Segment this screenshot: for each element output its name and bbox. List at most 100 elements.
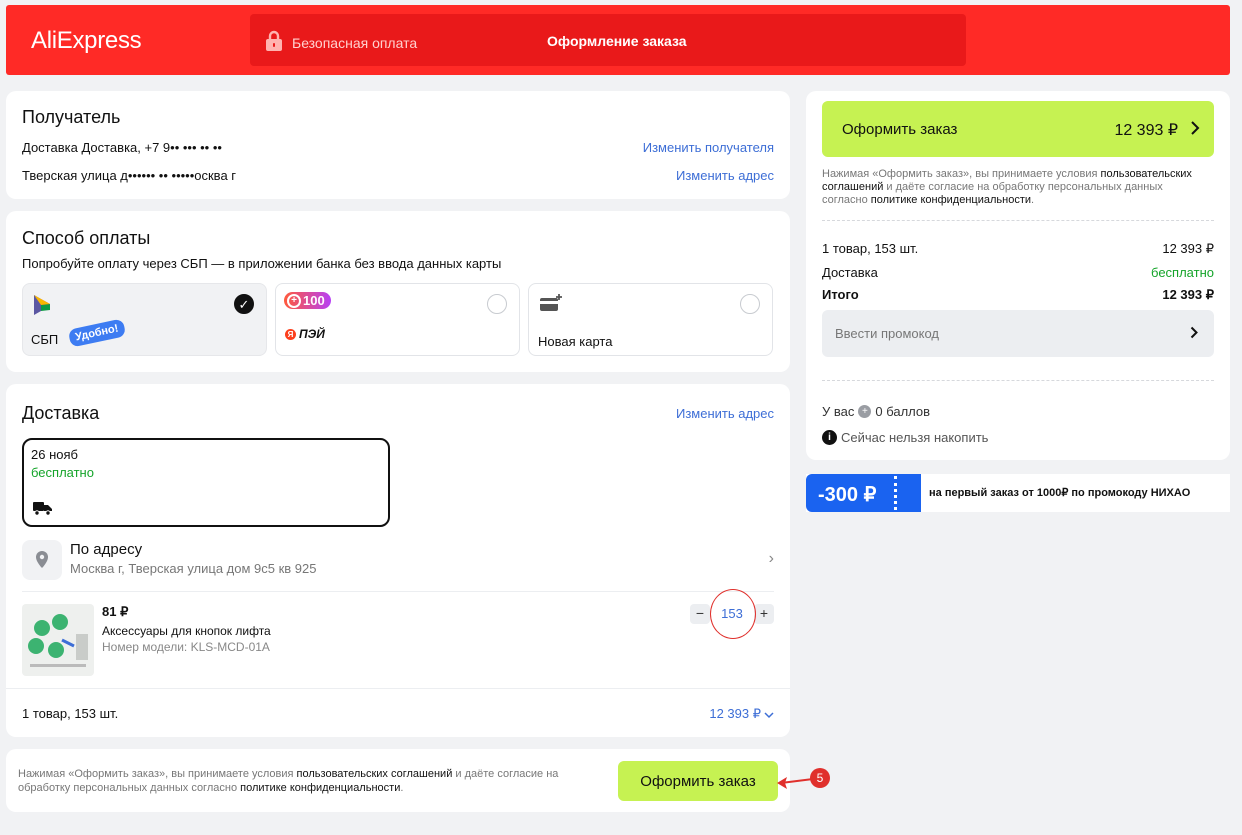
- promo-amount: -300 ₽: [818, 484, 877, 506]
- address-title: По адресу: [70, 541, 143, 558]
- lock-icon: [264, 30, 284, 55]
- chevron-right-icon: [1190, 326, 1198, 344]
- delivery-value: бесплатно: [1151, 265, 1214, 280]
- perforation: [894, 476, 897, 510]
- promo-code-placeholder: Ввести промокод: [835, 326, 940, 341]
- promo-banner[interactable]: -300 ₽ на первый заказ от 1000₽ по промо…: [806, 474, 1230, 512]
- item-name[interactable]: Аксессуары для кнопок лифта: [102, 624, 271, 638]
- annotation-arrow: [775, 770, 815, 799]
- delivery-summary-count: 1 товар, 153 шт.: [22, 706, 119, 721]
- recipient-address: Тверская улица д•••••• •• •••••осква г: [22, 168, 237, 183]
- points-coin-icon: +: [858, 405, 872, 418]
- total-value: 12 393 ₽: [1162, 287, 1214, 302]
- sidebar-privacy-policy-link[interactable]: политике конфиденциальности: [871, 194, 1031, 206]
- promo-code-field[interactable]: Ввести промокод: [822, 310, 1214, 357]
- order-summary-card: Оформить заказ 12 393 ₽ Нажимая «Оформит…: [806, 91, 1230, 460]
- plus-100-badge: + 100: [284, 292, 331, 309]
- info-icon[interactable]: i: [822, 430, 837, 445]
- header: AliExpress Безопасная оплата Оформление …: [6, 5, 1230, 75]
- points-note-row: i Сейчас нельзя накопить: [822, 430, 988, 445]
- recipient-contact: Доставка Доставка, +7 9•• ••• •• ••: [22, 140, 222, 155]
- payment-heading: Способ оплаты: [22, 228, 151, 248]
- quantity-highlight-circle: [710, 589, 756, 639]
- bottom-terms-suffix: .: [400, 782, 404, 794]
- new-card-radio[interactable]: [740, 294, 760, 314]
- items-label: 1 товар, 153 шт.: [822, 241, 919, 256]
- bottom-order-bar: Нажимая «Оформить заказ», вы принимаете …: [6, 749, 790, 812]
- sidebar-terms-prefix: Нажимая «Оформить заказ», вы принимаете …: [822, 168, 1101, 180]
- address-line: Москва г, Тверская улица дом 9с5 кв 925: [70, 561, 317, 576]
- secure-payment-label: Безопасная оплата: [292, 34, 418, 51]
- payment-option-new-card[interactable]: Новая карта: [528, 283, 773, 356]
- delivery-option[interactable]: 26 нояб бесплатно: [22, 438, 390, 527]
- place-order-button-bottom[interactable]: Оформить заказ: [618, 761, 778, 801]
- delivery-summary-total-value: 12 393 ₽: [709, 706, 761, 721]
- change-recipient-link[interactable]: Изменить получателя: [643, 140, 774, 155]
- page-title: Оформление заказа: [547, 33, 687, 49]
- chevron-right-icon: [1190, 120, 1200, 141]
- payment-option-yandex-pay[interactable]: + 100 Я ПЭЙ: [275, 283, 520, 356]
- promo-text: на первый заказ от 1000₽ по промокоду НИ…: [929, 487, 1191, 499]
- divider: [22, 591, 774, 592]
- delivery-date: 26 нояб: [31, 447, 78, 462]
- secure-payment: Безопасная оплата: [264, 30, 417, 55]
- points-row: У вас + 0 баллов: [822, 404, 930, 419]
- chevron-down-icon: [764, 707, 774, 722]
- recipient-card: Получатель Доставка Доставка, +7 9•• •••…: [6, 91, 790, 199]
- place-order-button-top[interactable]: Оформить заказ 12 393 ₽: [822, 101, 1214, 157]
- cart-item: 81 ₽ Аксессуары для кнопок лифта Номер м…: [22, 589, 774, 679]
- total-label: Итого: [822, 287, 859, 302]
- sbp-radio[interactable]: ✓: [234, 294, 254, 314]
- plus-100-value: 100: [303, 293, 325, 308]
- yandex-logo-icon: Я: [285, 328, 296, 340]
- payment-option-sbp[interactable]: СБП Удобно! ✓: [22, 283, 267, 356]
- item-price: 81 ₽: [102, 604, 129, 619]
- chevron-right-icon: ›: [768, 550, 774, 567]
- yandex-pay-label: ПЭЙ: [299, 327, 325, 341]
- header-bar: Безопасная оплата Оформление заказа: [250, 14, 966, 66]
- place-order-top-price: 12 393 ₽: [1114, 122, 1178, 139]
- sbp-icon: [33, 294, 51, 321]
- new-card-label: Новая карта: [538, 334, 613, 349]
- recipient-heading: Получатель: [22, 107, 121, 127]
- location-pin-icon: [22, 540, 62, 580]
- promo-banner-amount-box: -300 ₽: [806, 474, 921, 512]
- yandex-pay-radio[interactable]: [487, 294, 507, 314]
- truck-icon: [33, 500, 53, 521]
- delivery-summary-total[interactable]: 12 393 ₽: [709, 706, 774, 722]
- privacy-policy-link[interactable]: политике конфиденциальности: [240, 782, 400, 794]
- sidebar-terms: Нажимая «Оформить заказ», вы принимаете …: [822, 168, 1208, 207]
- delivery-heading: Доставка: [22, 403, 100, 423]
- payment-subtitle: Попробуйте оплату через СБП — в приложен…: [22, 256, 502, 271]
- change-address-link[interactable]: Изменить адрес: [676, 168, 774, 183]
- product-image[interactable]: [22, 604, 94, 676]
- sbp-label: СБП: [31, 332, 59, 347]
- card-add-icon: [539, 293, 563, 318]
- delivery-card: Доставка Изменить адрес 26 нояб бесплатн…: [6, 384, 790, 737]
- step-badge: 5: [810, 768, 830, 788]
- aliexpress-logo[interactable]: AliExpress: [31, 27, 142, 55]
- delivery-address-row[interactable]: По адресу Москва г, Тверская улица дом 9…: [22, 538, 774, 582]
- payment-card: Способ оплаты Попробуйте оплату через СБ…: [6, 211, 790, 372]
- place-order-top-label: Оформить заказ: [842, 121, 958, 138]
- quantity-decrease-button[interactable]: −: [690, 604, 710, 624]
- plus-icon: +: [287, 293, 301, 308]
- divider: [6, 688, 790, 689]
- points-prefix: У вас: [822, 404, 855, 419]
- dashed-divider: [822, 220, 1214, 221]
- user-agreement-link[interactable]: пользовательских соглашений: [297, 768, 453, 780]
- dashed-divider: [822, 380, 1214, 381]
- sbp-convenient-badge: Удобно!: [67, 318, 126, 348]
- items-value: 12 393 ₽: [1162, 241, 1214, 256]
- quantity-increase-button[interactable]: +: [754, 604, 774, 624]
- item-model: Номер модели: KLS-MCD-01A: [102, 640, 270, 654]
- bottom-terms-prefix: Нажимая «Оформить заказ», вы принимаете …: [18, 768, 297, 780]
- delivery-price: бесплатно: [31, 465, 94, 480]
- points-note: Сейчас нельзя накопить: [841, 430, 989, 445]
- place-order-label: Оформить заказ: [640, 773, 756, 790]
- delivery-change-address-link[interactable]: Изменить адрес: [676, 406, 774, 421]
- points-value: 0 баллов: [875, 404, 931, 419]
- delivery-label: Доставка: [822, 265, 878, 280]
- bottom-terms: Нажимая «Оформить заказ», вы принимаете …: [18, 767, 578, 795]
- sidebar-terms-suffix: .: [1031, 194, 1035, 206]
